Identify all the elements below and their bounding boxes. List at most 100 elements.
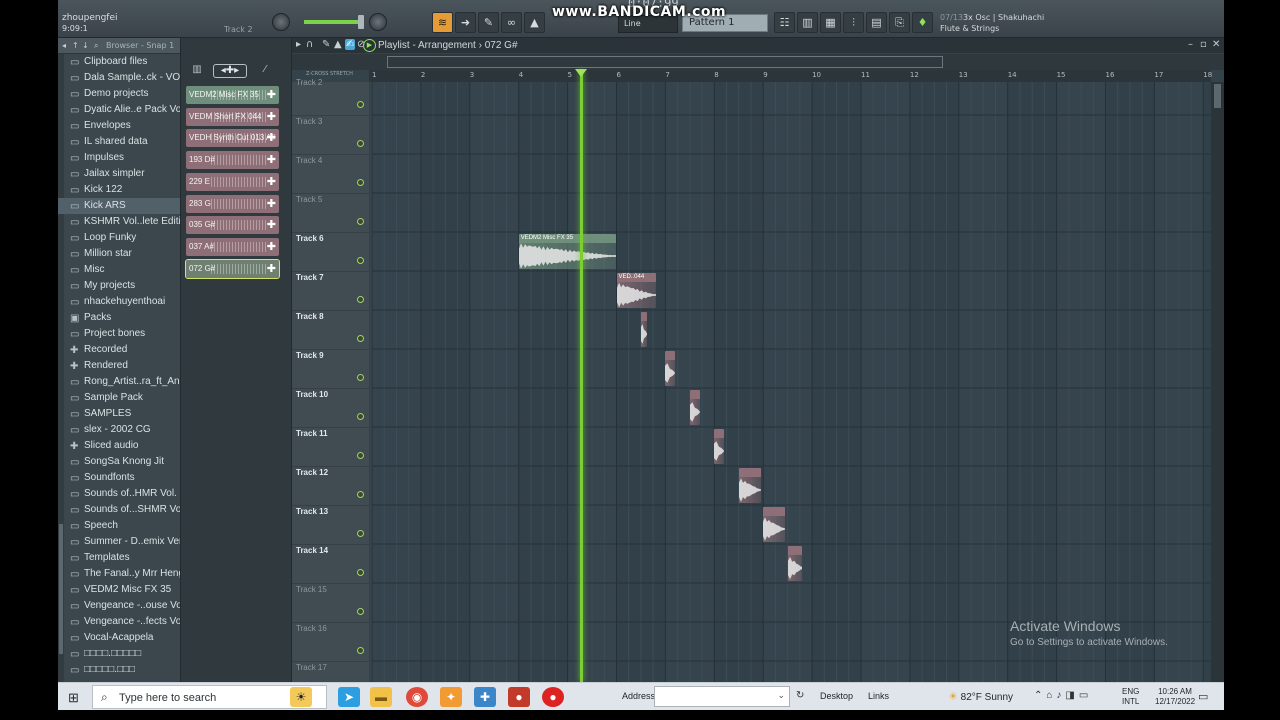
- arrangement-clip[interactable]: [689, 390, 700, 425]
- track-header[interactable]: Track 12: [292, 467, 369, 506]
- browser-item[interactable]: ▭ □□□□□.□□□: [58, 662, 180, 678]
- track-mute-led[interactable]: [357, 452, 364, 459]
- menu-arrow-icon[interactable]: ▸: [296, 39, 301, 50]
- move-icon[interactable]: ✚: [267, 240, 276, 253]
- tempo-knob[interactable]: [369, 13, 387, 31]
- track-header[interactable]: Track 3: [292, 116, 369, 155]
- move-icon[interactable]: ✚: [267, 262, 276, 275]
- playlist-button[interactable]: ☷: [774, 12, 795, 33]
- browser-item[interactable]: ▣ Packs: [58, 310, 180, 326]
- file-explorer-icon[interactable]: ▬: [370, 687, 392, 707]
- paint-icon[interactable]: ▲: [334, 39, 342, 50]
- playhead[interactable]: [579, 70, 583, 682]
- browser-item[interactable]: ▭ Vocal-Acappela: [58, 630, 180, 646]
- browser-item[interactable]: ▭ Vengeance -..fects Vol.3: [58, 614, 180, 630]
- link-button[interactable]: ∞: [501, 12, 522, 33]
- master-volume-slider[interactable]: [304, 15, 364, 29]
- browser-item[interactable]: ✚ Recorded: [58, 342, 180, 358]
- chrome-icon[interactable]: ◉: [406, 687, 428, 707]
- picker-clip[interactable]: 072 G# ✚: [185, 258, 280, 279]
- move-icon[interactable]: ✚: [267, 131, 276, 144]
- arrangement-clip[interactable]: VED..044: [616, 273, 656, 308]
- system-tray[interactable]: ⌃⌂♪◨▭: [1034, 690, 1092, 701]
- fl-studio-icon[interactable]: ✦: [440, 687, 462, 707]
- browser-item[interactable]: ▭ My projects: [58, 278, 180, 294]
- picker-clip[interactable]: 229 E ✚: [186, 172, 279, 191]
- track-header[interactable]: Track 2: [292, 77, 369, 116]
- browser-item[interactable]: ▭ slex - 2002 CG: [58, 422, 180, 438]
- browser-item[interactable]: ▭ Sounds of..HMR Vol. 3: [58, 486, 180, 502]
- track-mute-led[interactable]: [357, 530, 364, 537]
- picker-clip[interactable]: 283 G ✚: [186, 194, 279, 213]
- snap-to-grid-button[interactable]: ➜: [455, 12, 476, 33]
- picker-mode-button[interactable]: ◂✚▸: [213, 64, 247, 78]
- browser-item[interactable]: ▭ Misc: [58, 262, 180, 278]
- desktop-toolbar[interactable]: Desktop: [820, 691, 853, 701]
- piano-icon[interactable]: ▥: [189, 64, 205, 78]
- playhead-marker[interactable]: [574, 69, 587, 77]
- master-pitch-knob[interactable]: [272, 13, 290, 31]
- browser-item[interactable]: ▭ Jailax simpler: [58, 166, 180, 182]
- picker-clip[interactable]: 193 D# ✚: [186, 151, 279, 170]
- track-header[interactable]: Track 6: [292, 233, 369, 272]
- weather-status[interactable]: ☀ 82°F Sunny: [948, 690, 1013, 703]
- timeline-ruler[interactable]: 1 2 3 4 5 6 7 8 9 10 11 12 13 14 15 16 17 18: [369, 70, 1212, 82]
- bandicam-icon[interactable]: ●: [542, 687, 564, 707]
- browser-item[interactable]: ▭ KSHMR Vol..lete Edition: [58, 214, 180, 230]
- browser-item[interactable]: ▭ SongSa Knong Jit: [58, 454, 180, 470]
- track-mute-led[interactable]: [357, 218, 364, 225]
- piano-roll-button[interactable]: ▥: [797, 12, 818, 33]
- browser-item[interactable]: ▭ Project bones: [58, 326, 180, 342]
- picker-clip[interactable]: VEDM Short FX 044✚: [186, 107, 279, 126]
- arrow-up-icon[interactable]: ↑: [72, 41, 79, 50]
- chevron-down-icon[interactable]: ⌄: [777, 690, 785, 701]
- brush-icon[interactable]: ⁄: [257, 64, 273, 78]
- minimize-icon[interactable]: –: [1188, 39, 1193, 50]
- arrow-down-icon[interactable]: ↓: [82, 41, 89, 50]
- arrangement-clip[interactable]: [787, 546, 803, 581]
- slip-tool-icon[interactable]: ✍: [345, 39, 356, 50]
- move-icon[interactable]: ✚: [267, 110, 276, 123]
- refresh-icon[interactable]: ↻: [796, 690, 804, 701]
- track-mute-led[interactable]: [357, 374, 364, 381]
- browser-item[interactable]: ▭ SAMPLES: [58, 406, 180, 422]
- track-header[interactable]: Track 7: [292, 272, 369, 311]
- links-toolbar[interactable]: Links: [868, 691, 889, 701]
- taskbar-clock[interactable]: 10:26 AM 12/17/2022: [1155, 687, 1195, 707]
- browser-item[interactable]: ✚ Rendered: [58, 358, 180, 374]
- browser-item[interactable]: ▭ Templates: [58, 550, 180, 566]
- picker-clip[interactable]: VEDH Synth Cut 013 A#✚: [186, 129, 279, 148]
- track-header[interactable]: Track 5: [292, 194, 369, 233]
- app-icon[interactable]: ✚: [474, 687, 496, 707]
- telegram-icon[interactable]: ➤: [338, 687, 360, 707]
- track-header[interactable]: Track 13: [292, 506, 369, 545]
- browser-item[interactable]: ▭ Impulses: [58, 150, 180, 166]
- track-header[interactable]: Track 4: [292, 155, 369, 194]
- mixer-button[interactable]: ⫶: [843, 12, 864, 33]
- track-header[interactable]: Track 16: [292, 623, 369, 662]
- channel-rack-button[interactable]: ▦: [820, 12, 841, 33]
- browser-item[interactable]: ✚ Sliced audio: [58, 438, 180, 454]
- browser-item[interactable]: ▭ Vengeance -..ouse Vol.1: [58, 598, 180, 614]
- horizontal-scrollbar[interactable]: [387, 56, 943, 68]
- move-icon[interactable]: ✚: [267, 218, 276, 231]
- browser-item[interactable]: ▭ The Fanal..y Mrr Heng: [58, 566, 180, 582]
- browser-item[interactable]: ▭ VEDM2 Misc FX 35: [58, 582, 180, 598]
- move-icon[interactable]: ✚: [267, 153, 276, 166]
- browser-item[interactable]: ▭ Soundfonts: [58, 470, 180, 486]
- magnet-icon[interactable]: ∩: [306, 39, 313, 50]
- browser-item[interactable]: ▭ Dala Sample..ck - VOL.2: [58, 70, 180, 86]
- arrangement-clip[interactable]: [640, 312, 647, 347]
- track-mute-led[interactable]: [357, 257, 364, 264]
- arrangement-grid[interactable]: VEDM2 Misc FX 35 VED..044: [372, 82, 1211, 682]
- plugin-button[interactable]: ⎘: [889, 12, 910, 33]
- record-wave-button[interactable]: ≋: [432, 12, 453, 33]
- close-icon[interactable]: ✕: [1212, 39, 1220, 50]
- language-indicator[interactable]: ENG INTL: [1122, 687, 1139, 707]
- move-icon[interactable]: ✚: [267, 88, 276, 101]
- picker-clip[interactable]: VEDM2 Misc FX 35✚: [186, 86, 279, 104]
- address-input[interactable]: ⌄: [654, 686, 790, 707]
- track-header[interactable]: Track 9: [292, 350, 369, 389]
- weather-widget-icon[interactable]: ☀: [290, 687, 312, 707]
- move-icon[interactable]: ✚: [267, 175, 276, 188]
